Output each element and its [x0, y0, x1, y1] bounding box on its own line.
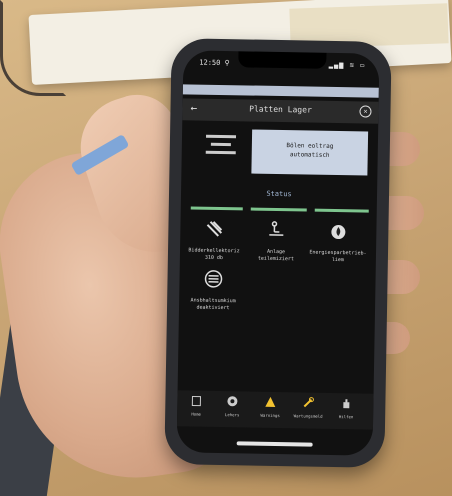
tile-4-line2: deaktiviert — [196, 304, 230, 312]
status-time: 12:50 ⚲ — [199, 58, 230, 68]
top-band — [182, 84, 379, 98]
phone-screen: 12:50 ⚲ ▂▄▆ ≋ ▭ ← Platten Lager × Bölen … — [176, 50, 380, 456]
warning-icon — [265, 396, 276, 407]
conveyor-icon — [269, 221, 284, 236]
tile-3-line2: liem — [331, 256, 344, 264]
gear-icon — [227, 396, 238, 407]
smartphone: 12:50 ⚲ ▂▄▆ ≋ ▭ ← Platten Lager × Bölen … — [164, 38, 392, 468]
app-header: ← Platten Lager × — [182, 98, 379, 124]
home-indicator — [236, 441, 313, 447]
tile-2-line2: teilemiziert — [257, 255, 295, 263]
info-line-1: Bölen eoltrag — [286, 142, 334, 150]
status-tile-1[interactable]: Bidderkellektoriz 310 db — [184, 218, 245, 262]
close-icon[interactable]: × — [359, 105, 372, 118]
status-bar: 12:50 ⚲ ▂▄▆ ≋ ▭ — [183, 56, 379, 73]
nav-lehers[interactable]: Lehers — [215, 395, 249, 418]
nav-home[interactable]: Home — [179, 394, 213, 417]
photo-background: 12:50 ⚲ ▂▄▆ ≋ ▭ ← Platten Lager × Bölen … — [0, 0, 452, 496]
nav-hilfen[interactable]: Hilfen — [329, 397, 363, 420]
nav-label: Warnings — [260, 412, 280, 419]
nav-label: Lehers — [224, 412, 240, 418]
nav-warnings[interactable]: Warnings — [253, 396, 287, 419]
info-line-2: automatisch — [289, 151, 330, 159]
nav-label: Hilfen — [338, 414, 354, 420]
status-tile-3[interactable]: Energiesparbetrieb- liem — [308, 221, 369, 265]
bottom-navigation: Home Lehers Warnings Wartungsmeld Hilfen — [176, 390, 374, 430]
status-separator — [314, 208, 369, 213]
nav-label: Wartungsmeld — [293, 413, 323, 419]
page-title: Platten Lager — [249, 104, 312, 115]
nav-label: Home — [191, 411, 202, 417]
machine-icon — [205, 133, 237, 156]
status-tile-4[interactable]: Ansbhaltsumkium deaktiviert — [183, 268, 244, 312]
status-tile-2[interactable]: Anlage teilemiziert — [246, 219, 307, 263]
diagonal-bars-icon — [206, 221, 223, 237]
status-icons: ▂▄▆ ≋ ▭ — [328, 60, 366, 70]
wrench-icon — [303, 397, 314, 408]
hand-icon — [343, 399, 350, 409]
nav-wartung[interactable]: Wartungsmeld — [291, 396, 325, 419]
home-icon — [191, 396, 201, 407]
status-separator — [190, 206, 243, 211]
cable — [0, 0, 66, 96]
info-box: Bölen eoltrag automatisch — [251, 129, 369, 176]
flame-icon — [331, 225, 346, 240]
tile-1-line2: 310 db — [204, 254, 223, 262]
status-separator — [250, 207, 307, 212]
no-entry-icon — [204, 270, 223, 288]
section-title: Status — [266, 189, 292, 199]
